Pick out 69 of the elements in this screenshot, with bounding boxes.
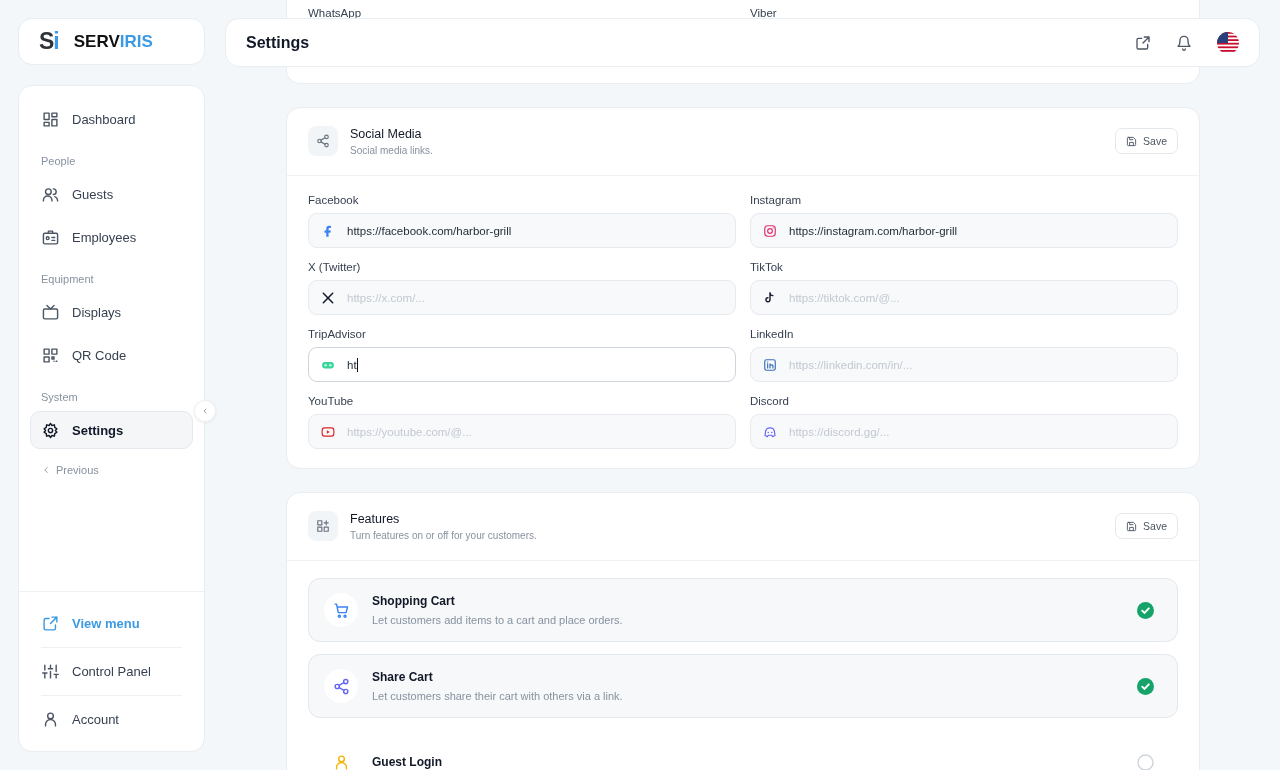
users-icon [42, 185, 59, 203]
us-flag-icon[interactable] [1217, 31, 1239, 54]
field-label: TikTok [750, 261, 784, 273]
settings-icon [42, 421, 59, 439]
nav-item[interactable]: Control Panel [30, 652, 193, 690]
section-heading: Equipment [40, 272, 95, 287]
user-icon [42, 710, 59, 728]
url-input-field[interactable]: https://instagram.com/harbor-grill [750, 213, 1178, 248]
add-grid-icon [308, 511, 338, 541]
feature-title: Shopping Cart [372, 594, 456, 608]
feature-description: Let customers share their cart with others via a link. [372, 690, 624, 702]
field-label: Viber [750, 8, 778, 18]
nav-item[interactable]: Employees [30, 218, 193, 256]
youtube-logo-icon [321, 424, 335, 439]
field-label: WhatsApp [308, 8, 363, 18]
card-subtitle: Social media links. [350, 144, 434, 156]
x-logo-icon [321, 290, 335, 305]
chevron-left-icon [201, 406, 209, 416]
url-input-field[interactable]: ht [308, 347, 736, 382]
instagram-logo-icon [763, 223, 777, 238]
nav-item[interactable]: Account [30, 700, 193, 738]
save-icon [1126, 520, 1138, 532]
external-link-icon[interactable] [1135, 34, 1151, 51]
feature-description: Let customers add items to a cart and place orders. [372, 614, 624, 626]
nav-item[interactable]: Settings [30, 411, 193, 449]
tiktok-logo-icon [763, 290, 777, 305]
nav-item[interactable]: Displays [30, 293, 193, 331]
field-label: TripAdvisor [308, 328, 367, 340]
feature-row[interactable]: Share Cart Let customers share their cart with others via a link. [308, 654, 1178, 718]
nav-item[interactable]: Dashboard [30, 100, 193, 138]
feature-row[interactable]: Shopping Cart Let customers add items to a cart and place orders. [308, 578, 1178, 642]
logo-mark: Si [39, 28, 59, 55]
tv-icon [42, 303, 59, 321]
brand-name: SERVIRIS [73, 31, 153, 52]
linkedin-logo-icon [763, 357, 777, 372]
id-card-icon [42, 228, 59, 246]
save-button[interactable]: Save [1115, 128, 1178, 154]
share-icon [308, 126, 338, 156]
discord-logo-icon [763, 424, 777, 439]
field-label: LinkedIn [750, 328, 795, 340]
chevron-left-icon [41, 465, 51, 475]
grid-icon [42, 110, 59, 128]
nav-item[interactable]: QR Code [30, 336, 193, 374]
check-icon[interactable] [1137, 677, 1154, 695]
section-heading: People [40, 154, 77, 169]
page-title: Settings [246, 33, 311, 52]
sliders-icon [42, 662, 59, 680]
feature-title: Share Cart [372, 670, 434, 684]
notification-bell-icon [1176, 34, 1192, 51]
field-label: X (Twitter) [308, 261, 362, 273]
feature-row[interactable]: Guest Login [308, 730, 1178, 770]
nav-item[interactable]: Guests [30, 175, 193, 213]
card-title: Social Media [350, 126, 423, 141]
section-heading: System [40, 390, 79, 405]
save-icon [1126, 135, 1138, 147]
url-input-field[interactable]: https://facebook.com/harbor-grill [308, 213, 736, 248]
field-label: Discord [750, 395, 790, 407]
card-title: Features [350, 511, 401, 526]
cart-icon [332, 601, 350, 619]
field-label: YouTube [308, 395, 355, 407]
card-subtitle: Turn features on or off for your customers. [350, 529, 538, 541]
external-link-icon [42, 614, 59, 632]
check-icon[interactable] [1137, 601, 1154, 619]
share-icon [332, 677, 350, 695]
save-button[interactable]: Save [1115, 513, 1178, 539]
field-label: Facebook [308, 194, 360, 206]
feature-title: Guest Login [372, 755, 443, 769]
field-label: Instagram [750, 194, 803, 206]
qr-code-icon [42, 346, 59, 364]
